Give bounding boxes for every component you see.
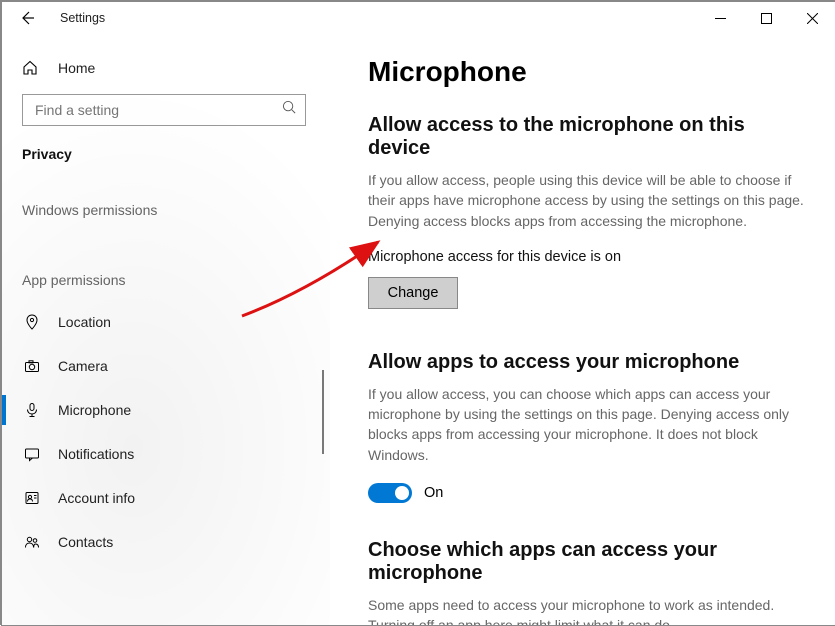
section1-heading: Allow access to the microphone on this d… — [368, 114, 807, 160]
section3-heading: Choose which apps can access your microp… — [368, 539, 807, 585]
home-icon — [22, 60, 42, 76]
search-input[interactable] — [22, 94, 306, 126]
main-content: Microphone Allow access to the microphon… — [330, 34, 835, 625]
search-icon — [282, 100, 297, 120]
notifications-icon — [22, 446, 42, 462]
close-button[interactable] — [789, 2, 835, 34]
sidebar: Home Privacy Windows permissions App per… — [2, 34, 330, 625]
camera-icon — [22, 358, 42, 374]
sidebar-group-app-permissions: App permissions — [2, 230, 330, 300]
sidebar-item-camera[interactable]: Camera — [2, 344, 330, 388]
sidebar-item-label: Account info — [58, 490, 135, 506]
apps-access-toggle[interactable] — [368, 483, 412, 503]
sidebar-item-label: Location — [58, 314, 111, 330]
sidebar-group-windows-permissions: Windows permissions — [2, 180, 330, 230]
sidebar-home-label: Home — [58, 60, 95, 76]
toggle-state-label: On — [424, 485, 443, 501]
sidebar-item-label: Contacts — [58, 534, 113, 550]
sidebar-item-microphone[interactable]: Microphone — [2, 388, 330, 432]
contacts-icon — [22, 534, 42, 550]
page-title: Microphone — [368, 56, 807, 88]
section2-heading: Allow apps to access your microphone — [368, 351, 807, 374]
sidebar-category-label: Privacy — [2, 140, 330, 180]
sidebar-scrollbar[interactable] — [322, 370, 324, 454]
sidebar-item-label: Microphone — [58, 402, 131, 418]
sidebar-item-label: Camera — [58, 358, 108, 374]
section1-description: If you allow access, people using this d… — [368, 170, 807, 231]
sidebar-item-label: Notifications — [58, 446, 134, 462]
sidebar-item-location[interactable]: Location — [2, 300, 330, 344]
section3-description: Some apps need to access your microphone… — [368, 595, 807, 625]
account-info-icon — [22, 490, 42, 506]
change-button[interactable]: Change — [368, 277, 458, 309]
section2-description: If you allow access, you can choose whic… — [368, 384, 807, 465]
back-button[interactable] — [16, 10, 38, 26]
location-icon — [22, 314, 42, 330]
mic-access-status: Microphone access for this device is on — [368, 249, 807, 265]
sidebar-item-notifications[interactable]: Notifications — [2, 432, 330, 476]
maximize-button[interactable] — [743, 2, 789, 34]
change-button-label: Change — [388, 285, 439, 301]
title-bar: Settings — [2, 2, 835, 34]
minimize-button[interactable] — [697, 2, 743, 34]
search-field[interactable] — [33, 101, 282, 119]
sidebar-home[interactable]: Home — [2, 52, 330, 84]
sidebar-item-account-info[interactable]: Account info — [2, 476, 330, 520]
window-title: Settings — [60, 11, 105, 25]
sidebar-item-contacts[interactable]: Contacts — [2, 520, 330, 564]
microphone-icon — [22, 402, 42, 418]
